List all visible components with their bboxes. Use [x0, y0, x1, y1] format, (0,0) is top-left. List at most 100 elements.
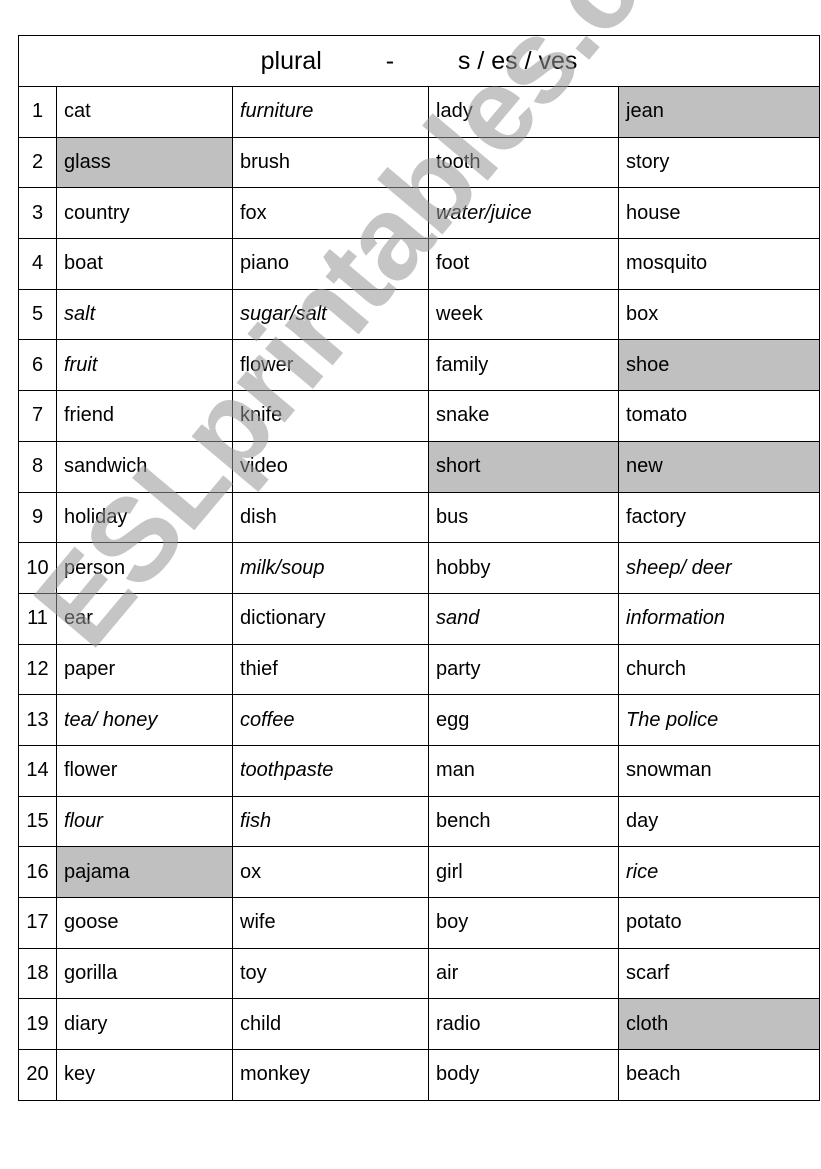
title-row: plural - s / es / ves — [17, 35, 821, 87]
table-row: 9 holiday dish bus factory — [18, 491, 821, 544]
word-cell: man — [428, 744, 619, 797]
row-number: 9 — [18, 491, 57, 544]
word-cell: sheep/ deer — [617, 542, 821, 594]
word-cell: paper — [56, 643, 233, 696]
word-cell: new — [617, 440, 821, 493]
table-row: 17 goose wife boy potato — [18, 897, 821, 949]
table-row: 5 salt sugar/salt week box — [18, 288, 821, 341]
word-cell: party — [428, 643, 619, 696]
title-left: plural — [260, 46, 322, 75]
word-cell: snowman — [617, 744, 821, 797]
word-cell: holiday — [56, 491, 233, 544]
title-dash: - — [385, 46, 395, 75]
word-cell: flower — [232, 339, 429, 392]
word-cell: potato — [617, 897, 821, 949]
word-cell: mosquito — [617, 238, 821, 290]
table-row: 4 boat piano foot mosquito — [18, 238, 821, 290]
row-number: 16 — [18, 846, 57, 898]
word-cell: week — [428, 288, 619, 341]
table-row: 20 key monkey body beach — [18, 1049, 821, 1101]
row-number: 14 — [18, 744, 57, 797]
word-cell: boy — [428, 897, 619, 949]
table-row: 11 ear dictionary sand information — [18, 592, 821, 645]
word-cell: dictionary — [232, 592, 429, 645]
word-cell: water/juice — [428, 187, 619, 240]
word-cell: story — [617, 136, 821, 189]
word-cell: furniture — [232, 86, 429, 138]
word-cell: box — [617, 288, 821, 341]
table-row: 16 pajama ox girl rice — [18, 846, 821, 898]
word-cell: wife — [232, 897, 429, 949]
word-cell: tomato — [617, 390, 821, 442]
word-cell: house — [617, 187, 821, 240]
word-cell: country — [56, 187, 233, 240]
table-row: 18 gorilla toy air scarf — [18, 947, 821, 1000]
title-right: s / es / ves — [457, 46, 578, 75]
word-cell: shoe — [617, 339, 821, 392]
word-cell: brush — [232, 136, 429, 189]
row-number: 19 — [18, 998, 57, 1051]
word-cell: dish — [232, 491, 429, 544]
word-cell: snake — [428, 390, 619, 442]
word-cell: monkey — [232, 1049, 429, 1101]
word-cell: hobby — [428, 542, 619, 594]
word-cell: person — [56, 542, 233, 594]
table-row: 10 person milk/soup hobby sheep/ deer — [18, 542, 821, 594]
word-cell: church — [617, 643, 821, 696]
word-cell: glass — [56, 136, 233, 189]
row-number: 7 — [18, 390, 57, 442]
word-cell: girl — [428, 846, 619, 898]
word-cell: sugar/salt — [232, 288, 429, 341]
word-cell: foot — [428, 238, 619, 290]
worksheet-title: plural - s / es / ves — [17, 35, 821, 87]
word-cell: child — [232, 998, 429, 1051]
word-cell: tooth — [428, 136, 619, 189]
word-cell: fox — [232, 187, 429, 240]
row-number: 8 — [18, 440, 57, 493]
word-cell: fish — [232, 795, 429, 848]
word-cell: salt — [56, 288, 233, 341]
word-cell: sandwich — [56, 440, 233, 493]
word-cell: goose — [56, 897, 233, 949]
table-row: 1 cat furniture lady jean — [18, 86, 821, 138]
word-cell: cloth — [617, 998, 821, 1051]
word-cell: pajama — [56, 846, 233, 898]
table-row: 6 fruit flower family shoe — [18, 339, 821, 392]
word-cell: egg — [428, 694, 619, 746]
table-row: 14 flower toothpaste man snowman — [18, 744, 821, 797]
row-number: 20 — [18, 1049, 57, 1101]
word-cell: friend — [56, 390, 233, 442]
row-number: 10 — [18, 542, 57, 594]
word-cell: toothpaste — [232, 744, 429, 797]
word-cell: key — [56, 1049, 233, 1101]
word-cell: video — [232, 440, 429, 493]
row-number: 13 — [18, 694, 57, 746]
row-number: 1 — [18, 86, 57, 138]
word-cell: toy — [232, 947, 429, 1000]
word-cell: coffee — [232, 694, 429, 746]
word-cell: radio — [428, 998, 619, 1051]
word-cell: flour — [56, 795, 233, 848]
word-cell: sand — [428, 592, 619, 645]
word-cell: information — [617, 592, 821, 645]
table-row: 8 sandwich video short new — [18, 440, 821, 493]
word-cell: diary — [56, 998, 233, 1051]
row-number: 5 — [18, 288, 57, 341]
word-cell: knife — [232, 390, 429, 442]
table-row: 3 country fox water/juice house — [18, 187, 821, 240]
table-row: 15 flour fish bench day — [18, 795, 821, 848]
word-cell: body — [428, 1049, 619, 1101]
row-number: 6 — [18, 339, 57, 392]
word-cell: ear — [56, 592, 233, 645]
word-cell: thief — [232, 643, 429, 696]
row-number: 3 — [18, 187, 57, 240]
word-cell: milk/soup — [232, 542, 429, 594]
word-cell: family — [428, 339, 619, 392]
row-number: 17 — [18, 897, 57, 949]
row-number: 2 — [18, 136, 57, 189]
word-cell: bus — [428, 491, 619, 544]
table-row: 7 friend knife snake tomato — [18, 390, 821, 442]
word-cell: fruit — [56, 339, 233, 392]
word-cell: air — [428, 947, 619, 1000]
table-row: 2 glass brush tooth story — [18, 136, 821, 189]
